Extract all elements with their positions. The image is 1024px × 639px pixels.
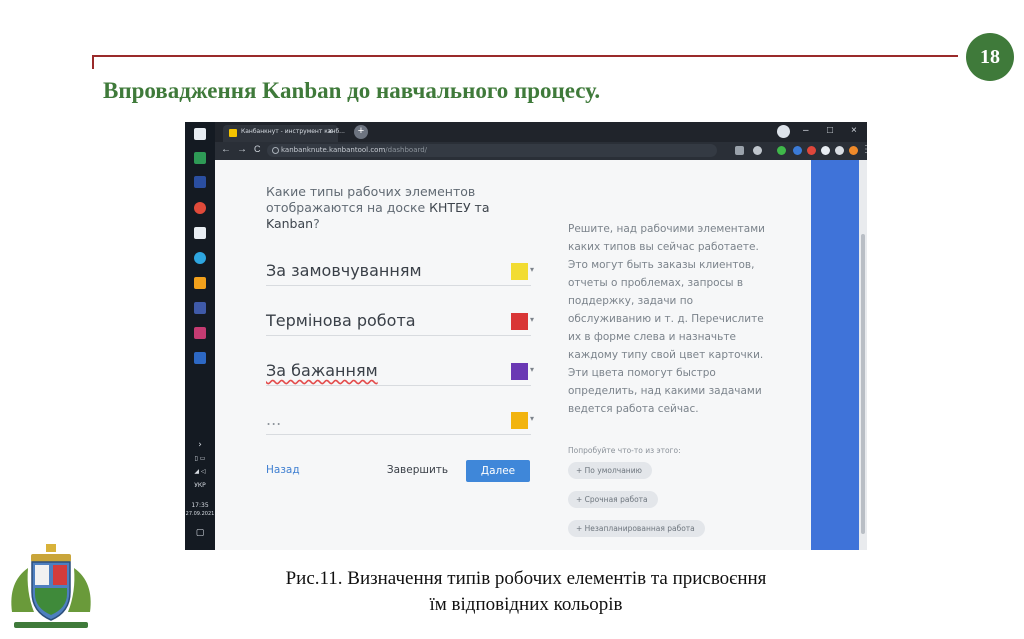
url-path: /dashboard/: [385, 146, 428, 154]
telegram-icon[interactable]: [194, 252, 206, 264]
wizard-page: Какие типы рабочих элементов отображаютс…: [215, 160, 811, 550]
type-row[interactable]: ... ▾: [266, 406, 534, 435]
side-panel: [811, 160, 859, 550]
translate-icon[interactable]: [735, 146, 744, 155]
caption-line-2: їм відповідних кольорів: [429, 594, 623, 615]
extension-orange-icon[interactable]: [849, 146, 858, 155]
type-input[interactable]: За замовчуванням: [266, 261, 422, 280]
slide-title: Впровадження Kanban до навчального проце…: [103, 78, 601, 103]
scrollbar-thumb[interactable]: [861, 234, 865, 534]
url-text: kanbanknute.kanbantool.com/dashboard/: [281, 146, 427, 154]
type-input[interactable]: За бажанням: [266, 361, 378, 380]
chrome-icon[interactable]: [194, 202, 206, 214]
suggestion-chip-urgent[interactable]: + Срочная работа: [568, 491, 658, 508]
extension-blue-icon[interactable]: [793, 146, 802, 155]
lock-icon: [272, 147, 279, 154]
close-window-button[interactable]: ×: [851, 125, 857, 136]
forward-icon[interactable]: →: [237, 144, 247, 155]
color-swatch[interactable]: [511, 363, 528, 380]
color-dropdown-icon[interactable]: ▾: [530, 365, 534, 374]
color-dropdown-icon[interactable]: ▾: [530, 414, 534, 423]
type-input-empty[interactable]: ...: [266, 410, 281, 429]
minimize-button[interactable]: –: [803, 125, 809, 136]
puzzle-icon[interactable]: [821, 146, 830, 155]
suggestion-chip-default[interactable]: + По умолчанию: [568, 462, 652, 479]
help-text: Решите, над рабочими элементами каких ти…: [568, 223, 765, 415]
type-row[interactable]: Термінова робота ▾: [266, 307, 534, 336]
next-button[interactable]: Далее: [466, 460, 530, 482]
slide: 18 Впровадження Kanban до навчального пр…: [0, 0, 1024, 639]
suggestion-chip-unplanned[interactable]: + Незапланированная работа: [568, 520, 705, 537]
reload-icon[interactable]: C: [254, 144, 261, 154]
image-app-icon[interactable]: [194, 152, 206, 164]
color-dropdown-icon[interactable]: ▾: [530, 315, 534, 324]
address-bar[interactable]: kanbanknute.kanbantool.com/dashboard/: [267, 144, 717, 157]
notification-icon[interactable]: ▢: [185, 528, 215, 538]
browser-tab[interactable]: Канбанкнут - инструмент канб... ×: [223, 125, 345, 142]
new-tab-button[interactable]: +: [354, 125, 368, 139]
shield-extension-icon[interactable]: [777, 146, 786, 155]
divider-tick: [92, 55, 94, 69]
tray-time[interactable]: 17:35: [185, 502, 215, 509]
media-app-icon[interactable]: [194, 327, 206, 339]
color-swatch[interactable]: [511, 313, 528, 330]
slide-number-badge: 18: [966, 33, 1014, 81]
color-dropdown-icon[interactable]: ▾: [530, 265, 534, 274]
type-row[interactable]: За замовчуванням ▾: [266, 257, 534, 286]
browser-titlebar: Канбанкнут - инструмент канб... × + – □ …: [215, 122, 867, 142]
menu-dots-icon[interactable]: ⋮: [861, 144, 867, 155]
tray-language[interactable]: УКР: [185, 482, 215, 489]
extension-red-icon[interactable]: [807, 146, 816, 155]
browser-toolbar: ← → C kanbanknute.kanbantool.com/dashboa…: [215, 142, 867, 160]
university-emblem-icon: [11, 544, 91, 628]
windows-taskbar: › ▯ ▭ ◢ ◁ УКР 17:35 27.09.2021 ▢: [185, 122, 215, 550]
window-app-icon[interactable]: [194, 302, 206, 314]
back-link[interactable]: Назад: [266, 464, 300, 476]
app-screenshot: › ▯ ▭ ◢ ◁ УКР 17:35 27.09.2021 ▢ Канбанк…: [185, 122, 867, 550]
photoshop-icon[interactable]: [194, 176, 206, 188]
back-icon[interactable]: ←: [221, 144, 231, 155]
type-input[interactable]: Термінова робота: [266, 311, 416, 330]
word-icon[interactable]: [194, 352, 206, 364]
profile-avatar[interactable]: [777, 125, 790, 138]
finish-button[interactable]: Завершить: [375, 460, 460, 480]
caption-line-1: Рис.11. Визначення типів робочих елемент…: [285, 568, 767, 589]
tray-battery-icon[interactable]: ▯ ▭: [185, 455, 215, 462]
save-app-icon[interactable]: [194, 227, 206, 239]
figure-caption: Рис.11. Визначення типів робочих елемент…: [200, 566, 852, 618]
tab-close-icon[interactable]: ×: [328, 126, 333, 136]
tray-date[interactable]: 27.09.2021: [185, 511, 215, 517]
profile-toolbar-icon[interactable]: [835, 146, 844, 155]
kanban-favicon-icon: [229, 129, 237, 137]
lightning-app-icon[interactable]: [194, 277, 206, 289]
color-swatch[interactable]: [511, 412, 528, 429]
type-row[interactable]: За бажанням ▾: [266, 357, 534, 386]
maximize-button[interactable]: □: [827, 125, 833, 136]
wizard-question: Какие типы рабочих элементов отображаютс…: [266, 184, 516, 232]
question-mark: ?: [313, 216, 320, 231]
tray-chevron-icon[interactable]: ›: [185, 440, 215, 450]
color-swatch[interactable]: [511, 263, 528, 280]
windows-start-icon[interactable]: [194, 128, 206, 140]
top-divider: [92, 55, 958, 57]
url-host: kanbanknute.kanbantool.com: [281, 146, 386, 154]
tray-volume-icon[interactable]: ◢ ◁: [185, 468, 215, 475]
suggestions-label: Попробуйте что-то из этого:: [568, 446, 681, 455]
star-icon[interactable]: [753, 146, 762, 155]
